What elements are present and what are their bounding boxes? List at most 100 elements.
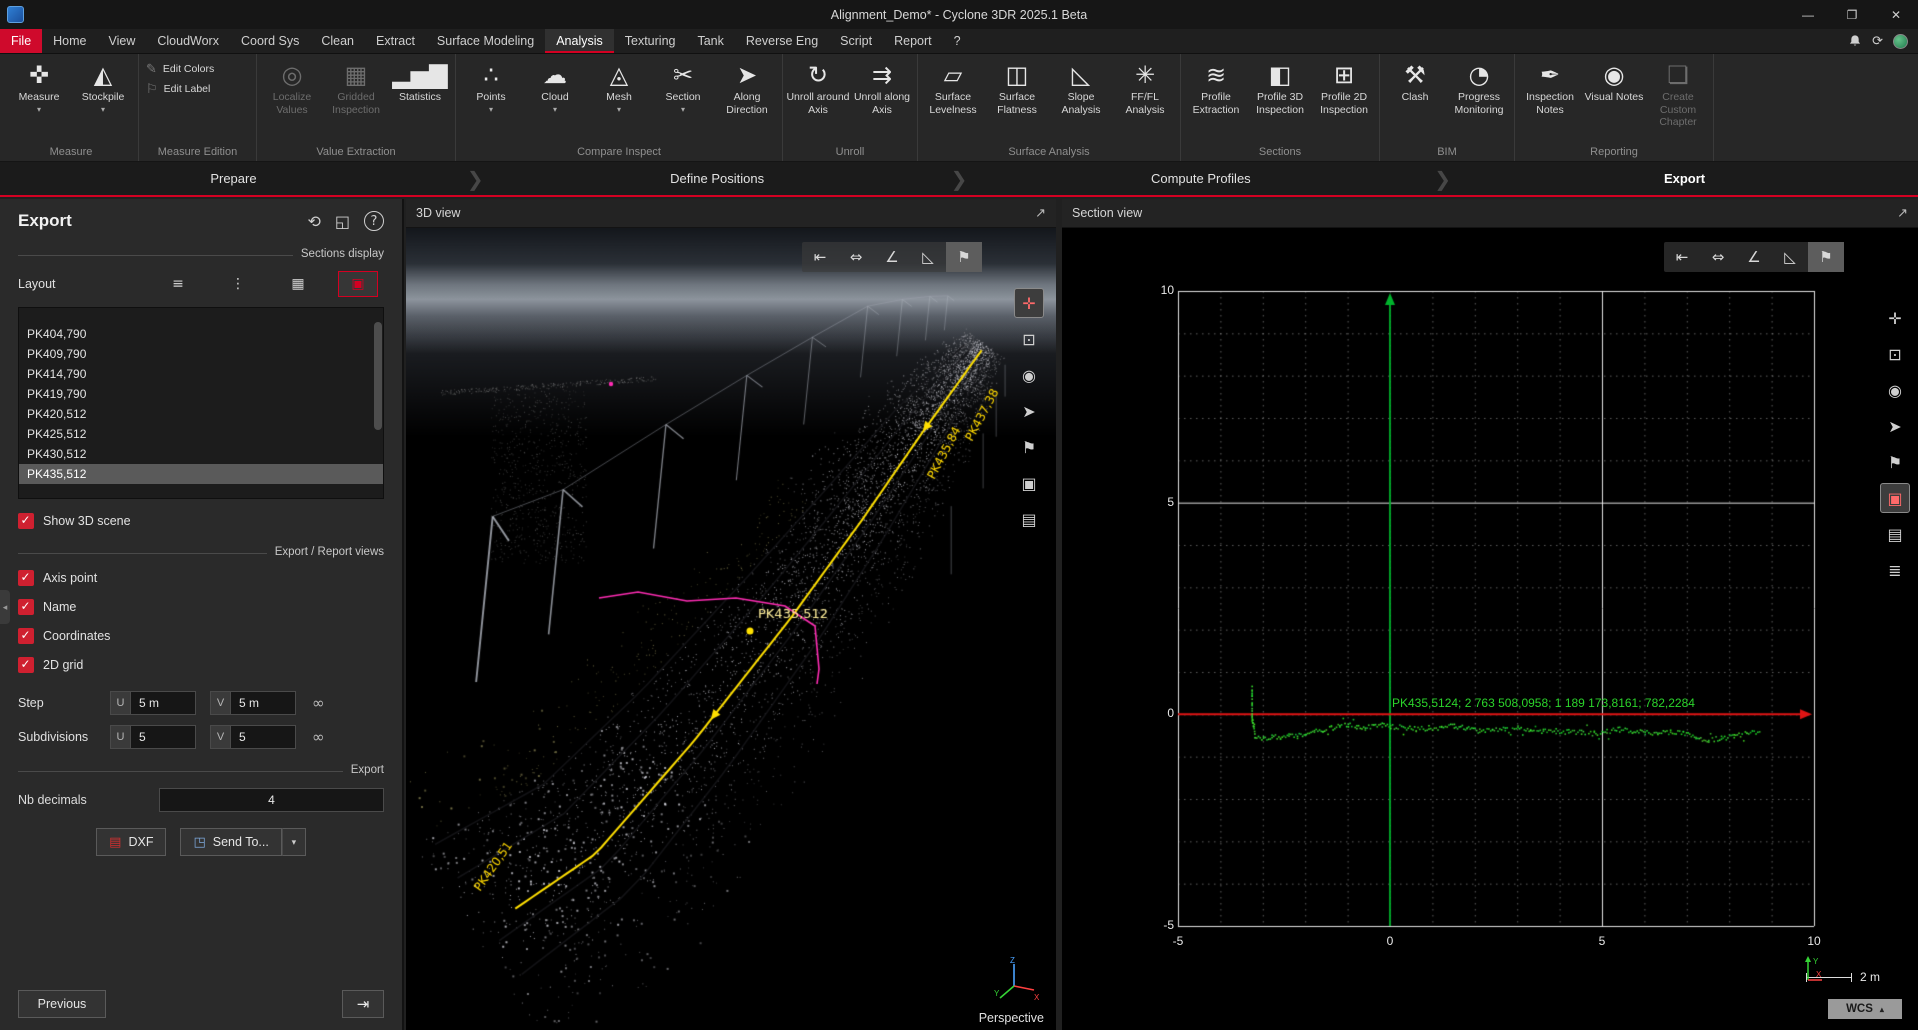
coordinates-checkbox-row[interactable]: Coordinates — [18, 628, 384, 644]
menu-item-coord-sys[interactable]: Coord Sys — [230, 29, 310, 53]
checkbox-checked-icon[interactable] — [18, 570, 34, 586]
notifications-bell-icon[interactable] — [1848, 34, 1862, 48]
link-uv-icon[interactable]: ∞ — [312, 694, 325, 712]
menu-item-script[interactable]: Script — [829, 29, 883, 53]
surface-levelness-button[interactable]: ▱Surface Levelness — [921, 56, 985, 116]
profile-3d-inspection-button[interactable]: ◧Profile 3D Inspection — [1248, 56, 1312, 116]
cloud-button[interactable]: ☁Cloud▾ — [523, 56, 587, 114]
close-button[interactable]: ✕ — [1874, 0, 1918, 29]
subdivisions-u-input[interactable] — [130, 725, 196, 749]
list-item[interactable]: PK414,790 — [19, 364, 383, 384]
measure-slope-icon[interactable]: ◺ — [1772, 242, 1808, 272]
workflow-step-define-positions[interactable]: Define Positions — [484, 171, 951, 186]
zoom-extents-icon[interactable]: ⊡ — [1014, 324, 1044, 354]
point-cloud-viewport[interactable] — [406, 228, 1056, 1030]
menu-item-surface-modeling[interactable]: Surface Modeling — [426, 29, 545, 53]
menu-item-view[interactable]: View — [98, 29, 147, 53]
menu-item-reverse-eng[interactable]: Reverse Eng — [735, 29, 829, 53]
label-tag-icon[interactable]: ⚑ — [946, 242, 982, 272]
layers-icon[interactable]: ▤ — [1880, 519, 1910, 549]
workflow-step-export[interactable]: Export — [1451, 171, 1918, 186]
checkbox-checked-icon[interactable] — [18, 628, 34, 644]
menu-item-extract[interactable]: Extract — [365, 29, 426, 53]
move-gizmo-icon[interactable]: ✛ — [1880, 303, 1910, 333]
slope-analysis-button[interactable]: ◺Slope Analysis — [1049, 56, 1113, 116]
view-cube-icon[interactable]: ▣ — [1014, 468, 1044, 498]
station-marker-icon[interactable]: ⚑ — [1014, 432, 1044, 462]
step-v-input[interactable] — [230, 691, 296, 715]
menu-item-file[interactable]: File — [0, 29, 42, 53]
ff-fl-analysis-button[interactable]: ✳FF/FL Analysis — [1113, 56, 1177, 116]
layout-rows-icon[interactable]: ≡ — [158, 271, 198, 297]
points-button[interactable]: ∴Points▾ — [459, 56, 523, 114]
orient-view-icon[interactable]: ➤ — [1880, 411, 1910, 441]
axis-point-checkbox-row[interactable]: Axis point — [18, 570, 384, 586]
menu-item-[interactable]: ? — [943, 29, 972, 53]
zoom-extents-icon[interactable]: ⊡ — [1880, 339, 1910, 369]
layout-grid-icon[interactable]: ▦ — [278, 271, 318, 297]
list-item[interactable]: PK420,512 — [19, 404, 383, 424]
measure-horizontal-icon[interactable]: ⇔ — [1700, 242, 1736, 272]
link-uv-icon[interactable]: ∞ — [312, 728, 325, 746]
workflow-step-compute-profiles[interactable]: Compute Profiles — [967, 171, 1434, 186]
inspection-notes-button[interactable]: ✒Inspection Notes — [1518, 56, 1582, 116]
account-avatar[interactable] — [1893, 34, 1908, 49]
help-icon[interactable]: ? — [364, 211, 384, 231]
dxf-export-button[interactable]: ▤ DXF — [96, 828, 166, 856]
list-item[interactable]: PK425,512 — [19, 424, 383, 444]
float-window-icon[interactable]: ◱ — [335, 212, 350, 231]
measure-distance-icon[interactable]: ⇤ — [802, 242, 838, 272]
show-3d-scene-checkbox-row[interactable]: Show 3D scene — [18, 513, 384, 529]
move-gizmo-icon[interactable]: ✛ — [1014, 288, 1044, 318]
list-scrollbar[interactable] — [374, 322, 382, 430]
list-item[interactable]: PK409,790 — [19, 344, 383, 364]
menu-item-home[interactable]: Home — [42, 29, 97, 53]
list-item[interactable]: PK430,512 — [19, 444, 383, 464]
station-marker-icon[interactable]: ⚑ — [1880, 447, 1910, 477]
layout-single-icon[interactable]: ▣ — [338, 271, 378, 297]
along-direction-button[interactable]: ➤Along Direction — [715, 56, 779, 116]
menu-item-cloudworx[interactable]: CloudWorx — [146, 29, 230, 53]
sections-list[interactable]: PK404,790PK409,790PK414,790PK419,790PK42… — [18, 307, 384, 499]
send-to-button[interactable]: ◳ Send To... — [180, 828, 281, 856]
statistics-button[interactable]: ▂▅▇Statistics — [388, 56, 452, 104]
reset-icon[interactable]: ⟲ — [307, 212, 320, 231]
previous-button[interactable]: Previous — [18, 990, 106, 1018]
stockpile-button[interactable]: ◭Stockpile▾ — [71, 56, 135, 114]
visual-notes-button[interactable]: ◉Visual Notes — [1582, 56, 1646, 104]
titlebar[interactable]: Alignment_Demo* - Cyclone 3DR 2025.1 Bet… — [0, 0, 1918, 29]
send-to-dropdown-button[interactable]: ▾ — [282, 828, 306, 856]
minimize-button[interactable]: — — [1786, 0, 1830, 29]
slice-stack-icon[interactable]: ≣ — [1880, 555, 1910, 585]
nb-decimals-input[interactable] — [159, 788, 384, 812]
measure-button[interactable]: ✜Measure▾ — [7, 56, 71, 114]
step-u-input[interactable] — [130, 691, 196, 715]
expand-view-icon[interactable]: ↗ — [1035, 206, 1046, 221]
unroll-around-axis-button[interactable]: ↻Unroll around Axis — [786, 56, 850, 116]
camera-view-icon[interactable]: ◉ — [1014, 360, 1044, 390]
wcs-selector[interactable]: WCS ▴ — [1828, 999, 1902, 1019]
checkbox-checked-icon[interactable] — [18, 599, 34, 615]
maximize-button[interactable]: ❐ — [1830, 0, 1874, 29]
grid-2d-icon[interactable]: ▣ — [1880, 483, 1910, 513]
measure-slope-icon[interactable]: ◺ — [910, 242, 946, 272]
name-checkbox-row[interactable]: Name — [18, 599, 384, 615]
panel-collapse-handle[interactable]: ◂ — [0, 590, 10, 624]
mesh-button[interactable]: ◬Mesh▾ — [587, 56, 651, 114]
list-item[interactable]: PK435,512 — [19, 464, 383, 484]
menu-item-report[interactable]: Report — [883, 29, 943, 53]
section-plot-viewport[interactable] — [1062, 228, 1918, 1030]
measure-horizontal-icon[interactable]: ⇔ — [838, 242, 874, 272]
profile-2d-inspection-button[interactable]: ⊞Profile 2D Inspection — [1312, 56, 1376, 116]
measure-distance-icon[interactable]: ⇤ — [1664, 242, 1700, 272]
list-item[interactable]: PK419,790 — [19, 384, 383, 404]
section-button[interactable]: ✂Section▾ — [651, 56, 715, 114]
menu-item-clean[interactable]: Clean — [310, 29, 365, 53]
list-item[interactable]: PK404,790 — [19, 324, 383, 344]
checkbox-checked-icon[interactable] — [18, 657, 34, 673]
surface-flatness-button[interactable]: ◫Surface Flatness — [985, 56, 1049, 116]
clash-button[interactable]: ⚒Clash — [1383, 56, 1447, 104]
progress-monitoring-button[interactable]: ◔Progress Monitoring — [1447, 56, 1511, 116]
profile-extraction-button[interactable]: ≋Profile Extraction — [1184, 56, 1248, 116]
projection-mode-label[interactable]: Perspective — [979, 1011, 1044, 1025]
